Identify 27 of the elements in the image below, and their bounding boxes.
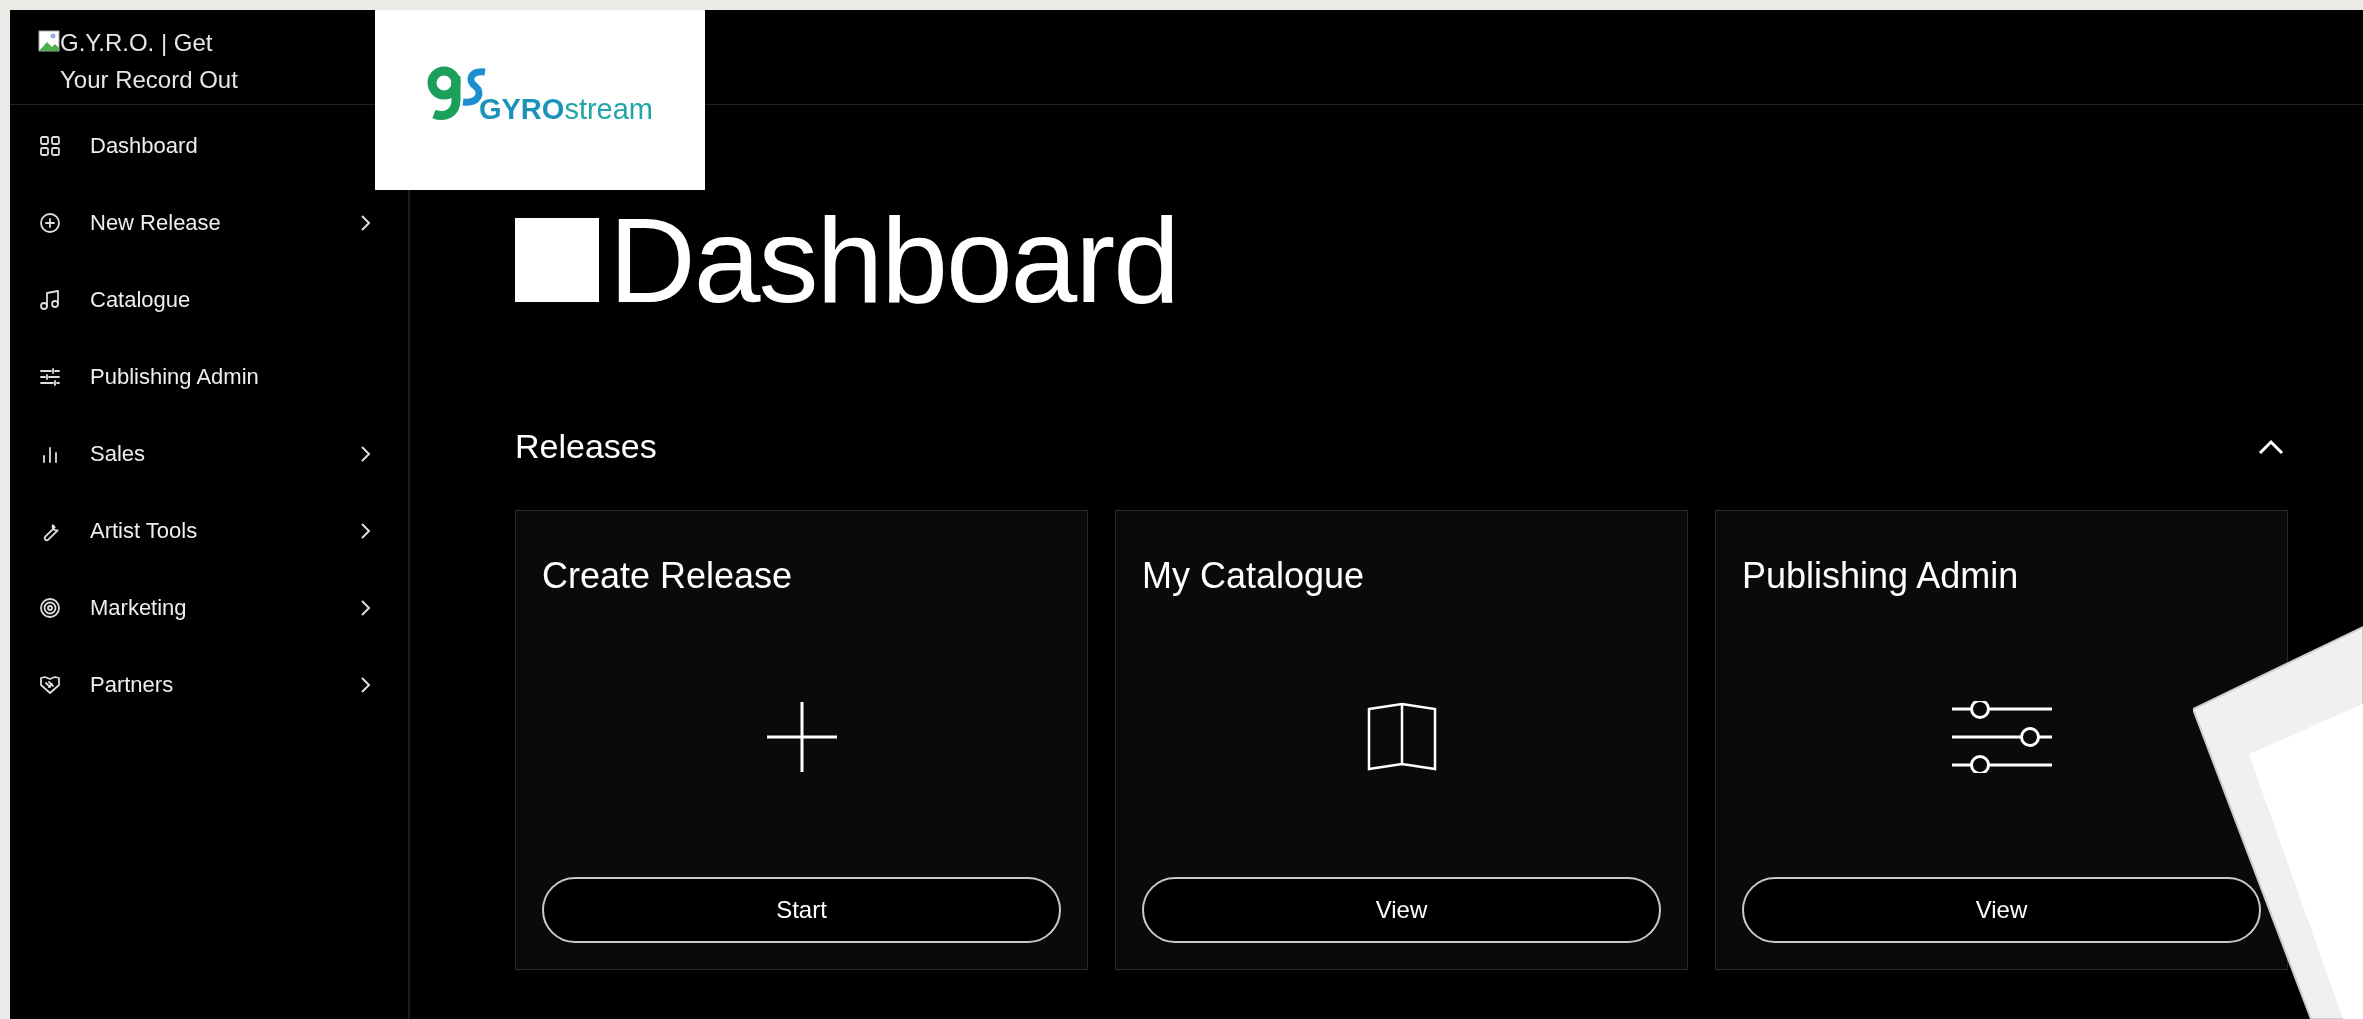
section-title: Releases bbox=[515, 427, 657, 466]
sidebar-item[interactable]: Artist Tools bbox=[10, 492, 372, 569]
square-icon bbox=[515, 218, 599, 302]
plus-circle-icon bbox=[38, 210, 62, 235]
card-button[interactable]: View bbox=[1142, 877, 1661, 943]
sidebar-item[interactable]: Sales bbox=[10, 415, 372, 492]
book-icon bbox=[1365, 701, 1438, 773]
music-note-icon bbox=[38, 287, 62, 312]
brand-alt-text: G.Y.R.O. | Get Your Record Out bbox=[60, 28, 239, 95]
card-title: My Catalogue bbox=[1142, 555, 1366, 597]
grid-icon bbox=[38, 133, 62, 158]
card-title: Create Release bbox=[542, 555, 794, 597]
logo-text: GYROstream bbox=[478, 93, 653, 126]
page-title: Dashboard bbox=[609, 205, 1179, 315]
sidebar-item[interactable]: Publishing Admin bbox=[10, 338, 372, 415]
target-icon bbox=[38, 595, 62, 620]
sidebar-item[interactable]: Partners bbox=[10, 646, 372, 723]
broken-image-icon bbox=[38, 30, 60, 52]
sidebar-item[interactable]: Dashboard bbox=[10, 107, 372, 184]
card-button[interactable]: View bbox=[1742, 877, 2261, 943]
sidebar-item[interactable]: New Release bbox=[10, 184, 372, 261]
plus-icon bbox=[765, 701, 838, 773]
sidebar-item[interactable]: Catalogue bbox=[10, 261, 372, 338]
sidebar-item[interactable]: Marketing bbox=[10, 569, 372, 646]
sliders-icon bbox=[1949, 701, 2054, 773]
card-button[interactable]: Start bbox=[542, 877, 1061, 943]
card-title: Publishing Admin bbox=[1742, 555, 2020, 597]
